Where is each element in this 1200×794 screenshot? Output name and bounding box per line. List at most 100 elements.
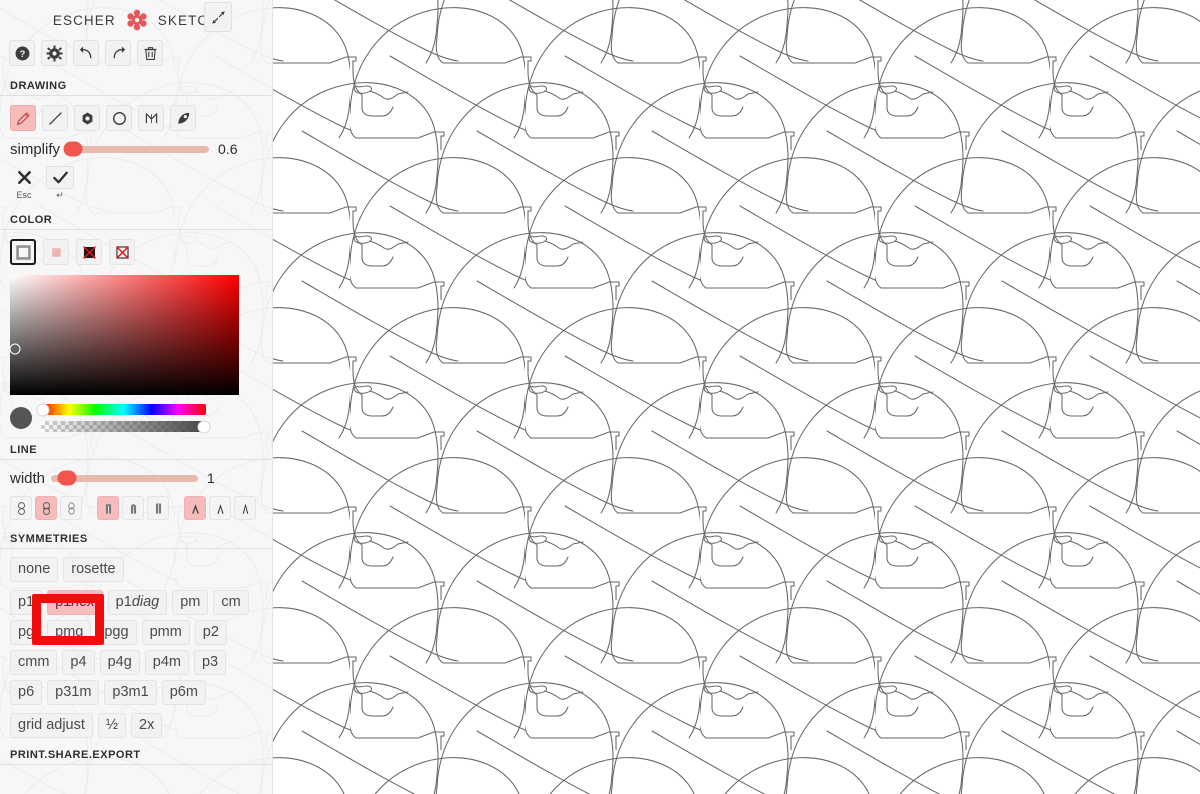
simplify-slider-thumb[interactable] <box>63 141 83 157</box>
button-label: rosette <box>71 561 116 577</box>
button-label: pgg <box>104 624 129 640</box>
symmetry-pg[interactable]: pg <box>10 620 43 645</box>
taper-hard-button[interactable] <box>234 496 256 520</box>
x-cross-icon[interactable] <box>10 166 38 189</box>
button-label: cmm <box>18 654 50 670</box>
symmetry-p6[interactable]: p6 <box>10 680 43 705</box>
confirm-cancel-row: Esc ↵ <box>0 159 272 201</box>
symmetry-p2[interactable]: p2 <box>194 620 227 645</box>
simplify-slider[interactable] <box>63 141 210 157</box>
symmetry-p31m[interactable]: p31m <box>47 680 100 705</box>
button-label: p31m <box>55 684 92 700</box>
settings-button[interactable] <box>41 40 67 66</box>
button-label: pmg <box>55 624 84 640</box>
fill-color-mode[interactable] <box>43 239 69 265</box>
button-label: p1 <box>18 594 35 610</box>
button-label: grid adjust <box>18 717 85 733</box>
drawing-tools <box>0 96 272 131</box>
taper-none-button[interactable] <box>184 496 206 520</box>
saturation-value-picker[interactable] <box>9 275 239 395</box>
m-shape-icon[interactable] <box>138 105 164 131</box>
button-label: none <box>18 561 51 577</box>
button-label: p4 <box>70 654 87 670</box>
join-miter-button[interactable] <box>60 496 82 520</box>
width-slider[interactable] <box>51 470 199 486</box>
pencil-tool[interactable] <box>10 105 36 131</box>
symmetry-cm[interactable]: cm <box>213 590 249 615</box>
escher-sketch-app: ESCHER SKETCH ? DRAWING simplify 0.6 Esc… <box>0 0 1200 794</box>
section-title-symmetries: SYMMETRIES <box>0 533 272 549</box>
symmetry-pm[interactable]: pm <box>172 590 209 615</box>
symmetry-p6m[interactable]: p6m <box>161 680 206 705</box>
symmetry-p4g[interactable]: p4g <box>99 650 140 675</box>
hue-slider[interactable] <box>36 403 206 416</box>
symmetry-p4m[interactable]: p4m <box>144 650 189 675</box>
checkmark-icon[interactable] <box>46 166 74 189</box>
button-label: ½ <box>105 717 118 733</box>
taper-soft-button[interactable] <box>209 496 231 520</box>
alpha-slider[interactable] <box>41 420 211 433</box>
alpha-slider-thumb[interactable] <box>197 420 211 433</box>
pen-nib-icon[interactable] <box>170 105 196 131</box>
button-label: cm <box>221 594 241 610</box>
hue-slider-thumb[interactable] <box>36 403 50 416</box>
line-tool[interactable] <box>42 105 68 131</box>
cap-butt-button[interactable] <box>97 496 119 520</box>
symmetry-p1hex[interactable]: p1hex <box>47 590 103 615</box>
symmetry-p1diag[interactable]: p1diag <box>107 590 168 615</box>
sv-picker-cursor[interactable] <box>9 343 21 355</box>
button-label: p3m1 <box>112 684 149 700</box>
undo-button[interactable] <box>73 40 99 66</box>
symmetry-pmm[interactable]: pmm <box>141 620 190 645</box>
no-fill-mode[interactable] <box>109 239 135 265</box>
button-label: p4m <box>152 654 181 670</box>
symmetry-pgg[interactable]: pgg <box>96 620 137 645</box>
button-label-variant: hex <box>71 594 95 610</box>
section-title-color: COLOR <box>0 214 272 230</box>
rosette-flower-icon <box>126 9 148 31</box>
cancel-action[interactable]: Esc <box>10 166 38 201</box>
button-label: p1 <box>115 594 132 610</box>
button-label: p1 <box>55 594 72 610</box>
grid-2x[interactable]: 2x <box>131 713 163 738</box>
confirm-action[interactable]: ↵ <box>46 166 74 201</box>
help-button[interactable]: ? <box>9 40 35 66</box>
grid-control-buttons: grid adjust ½ 2x <box>0 705 262 738</box>
button-label: p4g <box>107 654 132 670</box>
cap-round-button[interactable] <box>122 496 144 520</box>
circle-tool[interactable] <box>106 105 132 131</box>
grid-gridadjust[interactable]: grid adjust <box>10 713 93 738</box>
stroke-color-mode[interactable] <box>10 239 36 265</box>
button-label: p6 <box>18 684 35 700</box>
cap-square-button[interactable] <box>147 496 169 520</box>
width-value: 1 <box>207 470 215 486</box>
symmetry-pmg[interactable]: pmg <box>47 620 92 645</box>
no-stroke-mode[interactable] <box>76 239 102 265</box>
symmetry-p4[interactable]: p4 <box>62 650 95 675</box>
simplify-slider-row: simplify 0.6 <box>0 139 272 159</box>
button-label: pg <box>18 624 35 640</box>
line-style-buttons <box>0 488 272 520</box>
symmetry-group-buttons: p1 p1hex p1diag pm cm pg pmg pgg pmm p2 cmm p4 p4g p4… <box>0 582 262 705</box>
symmetry-none[interactable]: none <box>10 557 59 582</box>
simplify-label: simplify <box>10 140 61 158</box>
confirm-key-hint: ↵ <box>56 190 64 200</box>
polygon-tool[interactable] <box>74 105 100 131</box>
svg-text:?: ? <box>19 49 25 59</box>
join-round-button[interactable] <box>10 496 32 520</box>
join-bevel-button[interactable] <box>35 496 57 520</box>
symmetry-p3m1[interactable]: p3m1 <box>104 680 157 705</box>
grid-btn[interactable]: ½ <box>97 713 126 738</box>
button-label: 2x <box>139 717 155 733</box>
cancel-key-hint: Esc <box>16 190 32 200</box>
symmetry-p3[interactable]: p3 <box>193 650 227 675</box>
redo-button[interactable] <box>105 40 131 66</box>
symmetry-p1[interactable]: p1 <box>10 590 43 615</box>
width-slider-thumb[interactable] <box>57 470 77 486</box>
brand-escher: ESCHER <box>52 12 116 28</box>
delete-button[interactable] <box>137 40 163 66</box>
symmetry-cmm[interactable]: cmm <box>10 650 58 675</box>
collapse-arrows-icon[interactable] <box>204 2 232 32</box>
symmetry-rosette[interactable]: rosette <box>63 557 124 582</box>
hue-alpha-row <box>0 395 272 433</box>
